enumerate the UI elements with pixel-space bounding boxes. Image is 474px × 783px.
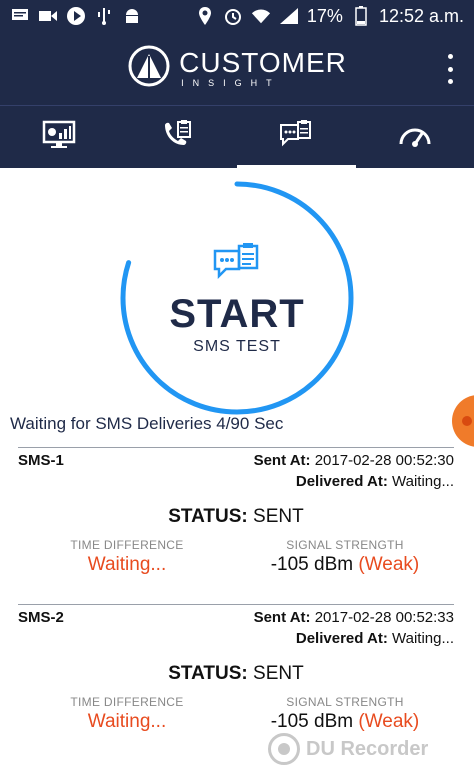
signal-strength-label: SIGNAL STRENGTH (286, 538, 404, 552)
divider (18, 604, 454, 605)
sent-at-value: 2017-02-28 00:52:30 (314, 452, 454, 469)
delivered-at-value: Waiting... (392, 473, 454, 490)
signal-strength-value: -105 dBm (270, 711, 354, 732)
divider (18, 447, 454, 448)
tab-speed-test[interactable] (356, 106, 474, 168)
sms-test-screen: START SMS TEST Waiting for SMS Deliverie… (0, 168, 474, 783)
start-label: START (169, 291, 305, 336)
status-value: SENT (253, 663, 304, 684)
brand-subtitle: INSIGHT (181, 78, 281, 88)
app-header: CUSTOMER INSIGHT (0, 32, 474, 105)
message-icon (10, 6, 30, 26)
video-icon (38, 6, 58, 26)
battery-percent: 17% (306, 5, 343, 26)
signal-icon (279, 6, 299, 26)
battery-icon (351, 6, 371, 26)
phone-test-icon (161, 119, 195, 156)
watermark-text: DU Recorder (306, 737, 429, 760)
tab-sms-test[interactable] (237, 106, 356, 168)
sent-at-value: 2017-02-28 00:52:33 (314, 609, 454, 626)
sms-id: SMS-1 (18, 452, 64, 469)
sms-test-icon (211, 241, 263, 288)
signal-quality: (Weak) (358, 711, 420, 732)
time-difference-value: Waiting... (87, 711, 167, 732)
alarm-icon (223, 6, 243, 26)
logo-icon (127, 44, 171, 93)
overflow-menu-button[interactable] (444, 54, 456, 84)
tab-voice-test[interactable] (119, 106, 238, 168)
more-vert-icon (447, 54, 453, 59)
sms-result-card: SMS-2 Sent At: 2017-02-28 00:52:33 Deliv… (18, 604, 454, 733)
app-logo: CUSTOMER INSIGHT (127, 44, 347, 93)
sms-result-card: SMS-1 Sent At: 2017-02-28 00:52:30 Deliv… (18, 447, 454, 576)
waiting-status: Waiting for SMS Deliveries 4/90 Sec (10, 414, 284, 433)
delivered-at-label: Delivered At: (295, 473, 388, 490)
sent-at-label: Sent At: (253, 609, 311, 626)
status-value: SENT (253, 506, 304, 527)
signal-quality: (Weak) (358, 554, 420, 575)
tab-dashboard[interactable] (0, 106, 119, 168)
sent-at-label: Sent At: (253, 452, 311, 469)
delivered-at-value: Waiting... (392, 630, 454, 647)
clock: 12:52 a.m. (378, 5, 464, 26)
android-icon (122, 6, 142, 26)
camera-icon (268, 733, 300, 765)
time-difference-label: TIME DIFFERENCE (70, 538, 184, 552)
sms-test-icon (278, 119, 314, 156)
signal-strength-label: SIGNAL STRENGTH (286, 695, 404, 709)
speed-test-icon (398, 122, 432, 153)
brand-title: CUSTOMER (179, 47, 347, 78)
delivered-at-label: Delivered At: (295, 630, 388, 647)
time-difference-value: Waiting... (87, 554, 167, 575)
usb-icon (94, 6, 114, 26)
play-icon (66, 6, 86, 26)
recorder-watermark: DU Recorder (268, 733, 428, 765)
status-bar: 17% 12:52 a.m. (0, 0, 474, 32)
tab-bar (0, 105, 474, 168)
sms-id: SMS-2 (18, 609, 64, 626)
status-label: STATUS: (168, 663, 248, 684)
time-difference-label: TIME DIFFERENCE (70, 695, 184, 709)
location-icon (195, 6, 215, 26)
start-sms-test-button[interactable]: START SMS TEST (117, 178, 357, 418)
dashboard-icon (42, 120, 76, 155)
status-label: STATUS: (168, 506, 248, 527)
start-sub-label: SMS TEST (193, 337, 281, 355)
signal-strength-value: -105 dBm (270, 554, 354, 575)
wifi-icon (251, 6, 271, 26)
